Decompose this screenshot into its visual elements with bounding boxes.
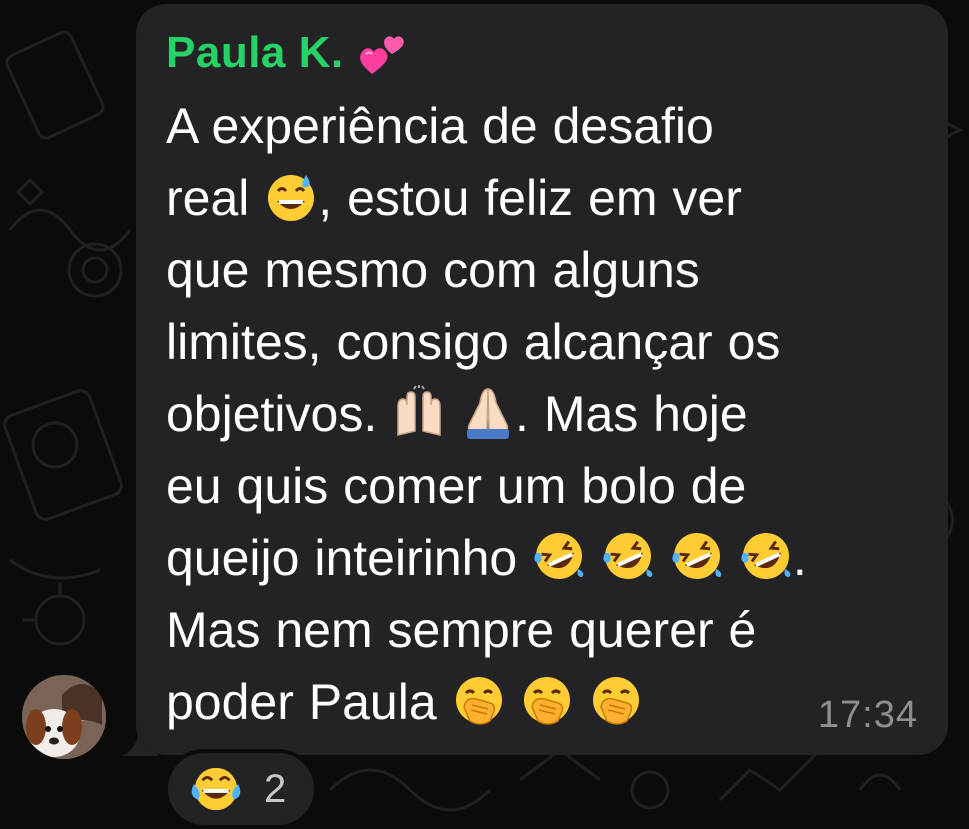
folded-hands-icon: [467, 388, 510, 439]
reaction-pill[interactable]: 2: [164, 749, 318, 829]
message-text: A experiência de desafio real , estou fe…: [166, 90, 926, 738]
avatar[interactable]: [22, 675, 106, 759]
message-line: real: [166, 170, 250, 226]
face-with-hand-over-mouth-icon: [455, 677, 502, 725]
face-with-hand-over-mouth-icon: [593, 677, 640, 725]
message-sender: Paula K.: [166, 18, 918, 88]
rolling-on-floor-laughing-icon: [534, 533, 584, 579]
reaction-count: 2: [264, 766, 287, 811]
message-line: que mesmo com alguns: [166, 242, 700, 298]
rolling-on-floor-laughing-icon: [603, 533, 653, 579]
message-line: .: [792, 530, 807, 586]
message-line: objetivos.: [166, 386, 378, 442]
message-line: queijo inteirinho: [166, 530, 518, 586]
message-line: limites, consigo alcançar os: [166, 314, 781, 370]
grinning-sweat-icon: [268, 175, 315, 221]
message-line: A experiência de desafio: [166, 98, 714, 154]
user-avatar-photo: [22, 675, 106, 759]
rolling-on-floor-laughing-icon: [741, 533, 791, 579]
sender-name[interactable]: Paula K.: [166, 28, 344, 78]
message-line: poder Paula: [166, 674, 437, 730]
message-line: , estou feliz em ver: [318, 170, 742, 226]
two-hearts-icon: [359, 36, 404, 74]
message-line: Mas nem sempre querer é: [166, 602, 757, 658]
message-bubble[interactable]: Paula K. A experiência de desafio real ,…: [136, 4, 948, 755]
raising-hands-icon: [397, 385, 441, 436]
message-line: eu quis comer um bolo de: [166, 458, 747, 514]
face-with-tears-of-joy-icon: [191, 767, 241, 811]
face-with-hand-over-mouth-icon: [524, 677, 571, 725]
rolling-on-floor-laughing-icon: [672, 533, 722, 579]
message-line: . Mas hoje: [515, 386, 748, 442]
message-timestamp: 17:34: [817, 694, 918, 736]
